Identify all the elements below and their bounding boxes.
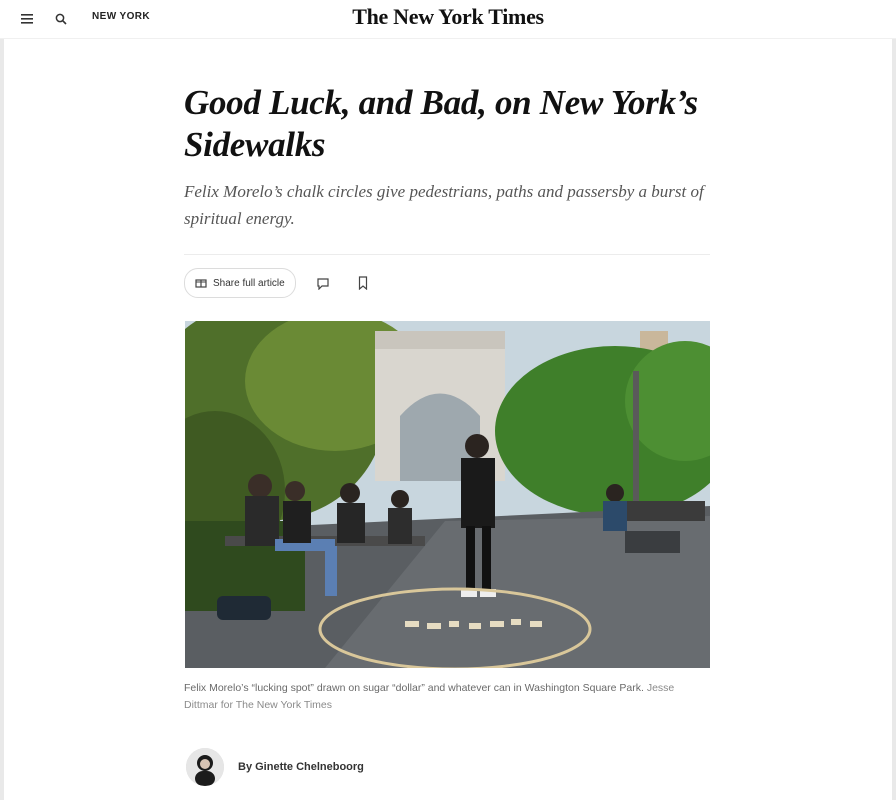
photo-illustration <box>185 321 710 668</box>
caption-text: Felix Morelo’s “lucking spot” drawn on s… <box>184 682 644 694</box>
summary: Felix Morelo’s chalk circles give pedest… <box>184 182 704 228</box>
article-header: Good Luck, and Bad, on New York’s Sidewa… <box>184 82 710 255</box>
article-tools: Share full article <box>184 268 376 298</box>
bookmark-icon[interactable] <box>350 270 376 296</box>
comment-icon[interactable] <box>310 270 336 296</box>
divider <box>184 254 710 255</box>
share-button-label: Share full article <box>213 277 285 289</box>
top-bar: NEW YORK The New York Times <box>0 0 896 39</box>
share-full-article-button[interactable]: Share full article <box>184 268 296 298</box>
masthead-logo[interactable]: The New York Times <box>0 4 896 30</box>
author-name[interactable]: By Ginette Chelneboorg <box>238 761 364 773</box>
author-avatar[interactable] <box>186 748 224 786</box>
lead-photo <box>185 321 710 668</box>
gift-icon <box>195 276 207 291</box>
headline: Good Luck, and Bad, on New York’s Sidewa… <box>184 83 698 164</box>
photo-caption: Felix Morelo’s “lucking spot” drawn on s… <box>184 680 710 714</box>
byline: By Ginette Chelneboorg <box>186 748 364 786</box>
